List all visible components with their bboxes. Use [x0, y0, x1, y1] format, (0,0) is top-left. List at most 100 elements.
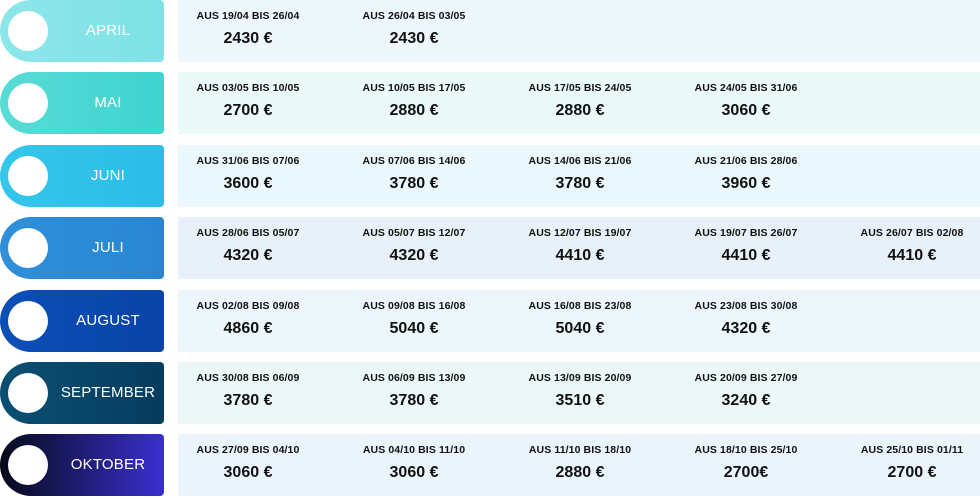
month-row: JULI AUS 28/06 BIS 05/07 4320 € AUS 05/07 B…	[0, 217, 980, 279]
date-range: AUS 25/10 BIS 01/11	[860, 444, 964, 456]
price: 4410 €	[555, 247, 605, 264]
date-range: AUS 20/09 BIS 27/09	[694, 372, 798, 384]
month-label: OKTOBER	[70, 456, 146, 473]
price: 3600 €	[223, 175, 273, 192]
date-range: AUS 05/07 BIS 12/07	[362, 227, 466, 239]
month-tab: JULI	[0, 217, 164, 279]
week-cell: AUS 17/05 BIS 24/05 2880 €	[510, 72, 670, 134]
month-tab: MAI	[0, 72, 164, 134]
price: 5040 €	[555, 320, 605, 337]
week-cell: AUS 23/08 BIS 30/08 4320 €	[676, 290, 836, 352]
week-panel: AUS 31/06 BIS 07/06 3600 € AUS 07/06 BIS 1…	[178, 145, 980, 207]
week-cell: AUS 18/10 BIS 25/10 2700€	[676, 434, 836, 496]
week-cell: AUS 28/06 BIS 05/07 4320 €	[178, 217, 338, 279]
date-range: AUS 23/08 BIS 30/08	[694, 300, 798, 312]
week-cell: AUS 19/07 BIS 26/07 4410 €	[676, 217, 836, 279]
week-panel: AUS 27/09 BIS 04/10 3060 € AUS 04/10 BIS 1…	[178, 434, 980, 496]
price: 3960 €	[721, 175, 771, 192]
price: 4320 €	[389, 247, 439, 264]
price: 3060 €	[223, 464, 273, 481]
date-range: AUS 21/06 BIS 28/06	[694, 155, 798, 167]
week-cell: AUS 10/05 BIS 17/05 2880 €	[344, 72, 504, 134]
month-tab: APRIL	[0, 0, 164, 62]
date-range: AUS 27/09 BIS 04/10	[196, 444, 300, 456]
week-cell: AUS 13/09 BIS 20/09 3510 €	[510, 362, 670, 424]
week-cell: AUS 24/05 BIS 31/06 3060 €	[676, 72, 836, 134]
week-cell: AUS 05/07 BIS 12/07 4320 €	[344, 217, 504, 279]
price: 2880 €	[555, 464, 605, 481]
month-row: APRIL AUS 19/04 BIS 26/04 2430 € AUS 26/04 …	[0, 0, 980, 62]
price: 3780 €	[223, 392, 273, 409]
month-tab: AUGUST	[0, 290, 164, 352]
circle-icon	[8, 445, 48, 485]
month-tab: SEPTEMBER	[0, 362, 164, 424]
month-label: JULI	[92, 239, 124, 256]
week-cell: AUS 31/06 BIS 07/06 3600 €	[178, 145, 338, 207]
week-cell: AUS 11/10 BIS 18/10 2880 €	[510, 434, 670, 496]
circle-icon	[8, 11, 48, 51]
price: 3060 €	[721, 102, 771, 119]
date-range: AUS 24/05 BIS 31/06	[694, 82, 798, 94]
price: 4410 €	[721, 247, 771, 264]
circle-icon	[8, 373, 48, 413]
week-panel: AUS 28/06 BIS 05/07 4320 € AUS 05/07 BIS 1…	[178, 217, 980, 279]
week-cell: AUS 25/10 BIS 01/11 2700 €	[842, 434, 980, 496]
date-range: AUS 02/08 BIS 09/08	[196, 300, 300, 312]
week-panel: AUS 30/08 BIS 06/09 3780 € AUS 06/09 BIS 1…	[178, 362, 980, 424]
week-cell: AUS 16/08 BIS 23/08 5040 €	[510, 290, 670, 352]
week-cell: AUS 02/08 BIS 09/08 4860 €	[178, 290, 338, 352]
circle-icon	[8, 301, 48, 341]
month-tab: OKTOBER	[0, 434, 164, 496]
price: 3240 €	[721, 392, 771, 409]
date-range: AUS 18/10 BIS 25/10	[694, 444, 798, 456]
price: 2700€	[723, 464, 769, 481]
month-label: SEPTEMBER	[60, 384, 156, 401]
month-row: JUNI AUS 31/06 BIS 07/06 3600 € AUS 07/06 B…	[0, 145, 980, 207]
date-range: AUS 31/06 BIS 07/06	[196, 155, 300, 167]
week-panel: AUS 19/04 BIS 26/04 2430 € AUS 26/04 BIS 0…	[178, 0, 980, 62]
week-cell: AUS 09/08 BIS 16/08 5040 €	[344, 290, 504, 352]
price: 3780 €	[555, 175, 605, 192]
month-row: OKTOBER AUS 27/09 BIS 04/10 3060 € AUS 04/1…	[0, 434, 980, 496]
date-range: AUS 26/04 BIS 03/05	[362, 10, 466, 22]
date-range: AUS 26/07 BIS 02/08	[860, 227, 964, 239]
price: 3060 €	[389, 464, 439, 481]
date-range: AUS 07/06 BIS 14/06	[362, 155, 466, 167]
price: 4860 €	[223, 320, 273, 337]
week-cell: AUS 12/07 BIS 19/07 4410 €	[510, 217, 670, 279]
date-range: AUS 17/05 BIS 24/05	[528, 82, 632, 94]
week-cell: AUS 26/07 BIS 02/08 4410 €	[842, 217, 980, 279]
price: 3510 €	[555, 392, 605, 409]
price: 4410 €	[887, 247, 937, 264]
week-cell: AUS 27/09 BIS 04/10 3060 €	[178, 434, 338, 496]
week-cell: AUS 30/08 BIS 06/09 3780 €	[178, 362, 338, 424]
circle-icon	[8, 156, 48, 196]
price: 3780 €	[389, 392, 439, 409]
date-range: AUS 11/10 BIS 18/10	[528, 444, 632, 456]
date-range: AUS 12/07 BIS 19/07	[528, 227, 632, 239]
date-range: AUS 16/08 BIS 23/08	[528, 300, 632, 312]
date-range: AUS 19/04 BIS 26/04	[196, 10, 300, 22]
month-label: MAI	[94, 94, 122, 111]
date-range: AUS 28/06 BIS 05/07	[196, 227, 300, 239]
week-cell: AUS 19/04 BIS 26/04 2430 €	[178, 0, 338, 62]
price: 4320 €	[721, 320, 771, 337]
month-row: AUGUST AUS 02/08 BIS 09/08 4860 € AUS 09/08…	[0, 290, 980, 352]
week-panel: AUS 02/08 BIS 09/08 4860 € AUS 09/08 BIS 1…	[178, 290, 980, 352]
week-cell: AUS 03/05 BIS 10/05 2700 €	[178, 72, 338, 134]
date-range: AUS 03/05 BIS 10/05	[196, 82, 300, 94]
week-cell: AUS 26/04 BIS 03/05 2430 €	[344, 0, 504, 62]
price: 2700 €	[223, 102, 273, 119]
date-range: AUS 30/08 BIS 06/09	[196, 372, 300, 384]
price: 3780 €	[389, 175, 439, 192]
date-range: AUS 04/10 BIS 11/10	[362, 444, 466, 456]
price: 2880 €	[555, 102, 605, 119]
date-range: AUS 14/06 BIS 21/06	[528, 155, 632, 167]
price: 2430 €	[223, 30, 273, 47]
week-cell: AUS 14/06 BIS 21/06 3780 €	[510, 145, 670, 207]
month-row: SEPTEMBER AUS 30/08 BIS 06/09 3780 € AUS 06…	[0, 362, 980, 424]
month-label: JUNI	[90, 167, 126, 184]
price: 2700 €	[887, 464, 937, 481]
month-tab: JUNI	[0, 145, 164, 207]
month-label: APRIL	[85, 22, 131, 39]
